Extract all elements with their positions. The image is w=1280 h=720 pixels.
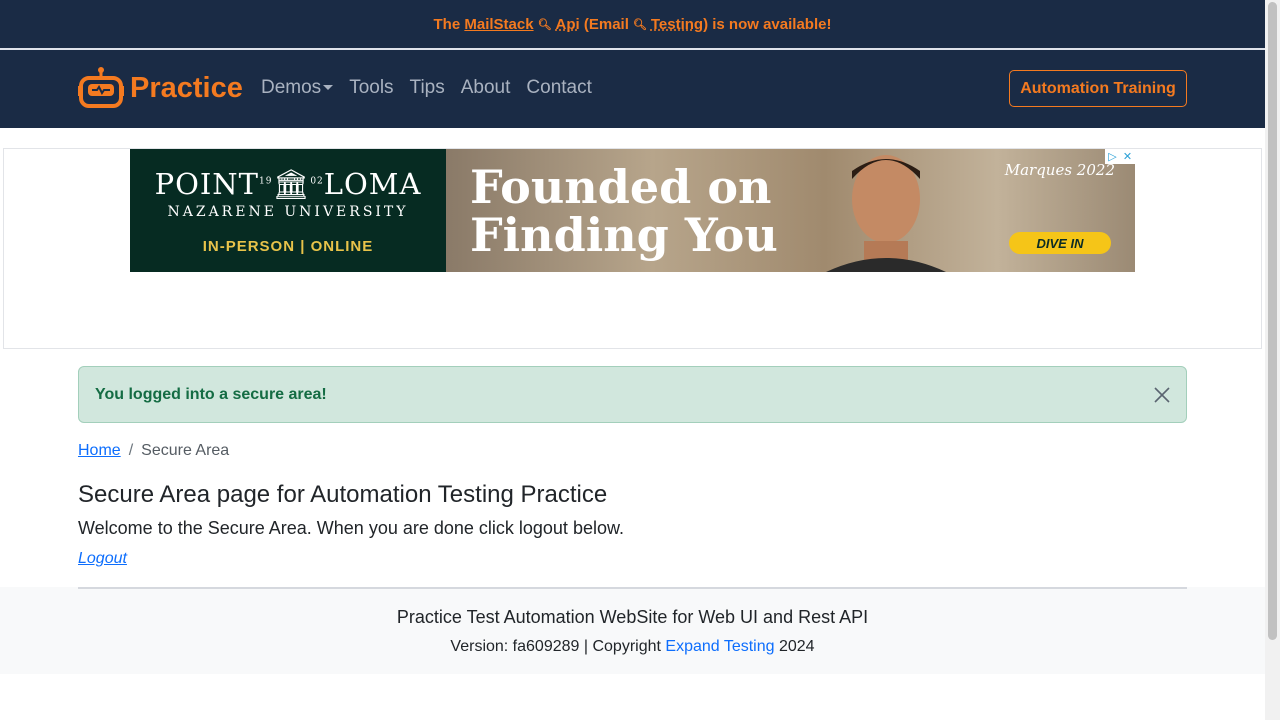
page-title: Secure Area page for Automation Testing …: [78, 481, 608, 508]
key-icon: 🔍︎: [537, 18, 552, 31]
close-icon[interactable]: [1154, 387, 1170, 403]
breadcrumb-home-link[interactable]: Home: [78, 442, 121, 460]
vertical-scrollbar[interactable]: [1265, 0, 1280, 720]
footer-divider: [78, 587, 1187, 589]
ad-logo: POINT19🏛︎02LOMA: [155, 167, 422, 202]
ad-banner[interactable]: POINT19🏛︎02LOMA NAZARENE UNIVERSITY IN-P…: [130, 149, 1135, 272]
ad-headline-line-1: Founded on: [470, 160, 772, 214]
announcement-bar: The MailStack 🔍︎ Api (Email 🔍︎ Testing) …: [0, 0, 1265, 48]
alert-message: You logged into a secure area!: [95, 385, 327, 403]
announcement-prefix: The: [433, 15, 461, 33]
robot-logo-icon: [78, 67, 124, 108]
footer-year: 2024: [778, 638, 815, 655]
nav-contact[interactable]: Contact: [526, 77, 591, 99]
scrollbar-thumb[interactable]: [1268, 2, 1277, 640]
nav-tips[interactable]: Tips: [410, 77, 445, 99]
navbar: Practice Demos Tools Tips About Contact …: [0, 50, 1265, 128]
ad-mode: IN-PERSON | ONLINE: [202, 237, 374, 255]
caret-down-icon: [323, 85, 334, 91]
breadcrumb-separator: /: [128, 442, 134, 459]
building-icon: 🏛︎: [272, 166, 311, 201]
success-alert: You logged into a secure area!: [78, 366, 1187, 423]
ad-headline: Founded on Finding You: [470, 163, 778, 259]
mailstack-link[interactable]: MailStack: [464, 16, 533, 33]
ad-tagline: Marques 2022: [1004, 161, 1115, 179]
automation-training-button[interactable]: Automation Training: [1009, 70, 1187, 107]
ad-brand-panel: POINT19🏛︎02LOMA NAZARENE UNIVERSITY IN-P…: [130, 149, 446, 272]
nav-links: Demos Tools Tips About Contact: [261, 77, 592, 99]
ad-subtitle: NAZARENE UNIVERSITY: [167, 203, 409, 220]
announcement-suffix: is now available!: [712, 15, 832, 33]
footer-title: Practice Test Automation WebSite for Web…: [396, 607, 869, 627]
logout-link[interactable]: Logout: [78, 550, 127, 568]
breadcrumb-current: Secure Area: [141, 442, 230, 459]
ad-dive-in-button[interactable]: DIVE IN: [1009, 232, 1111, 254]
footer: Practice Test Automation WebSite for Web…: [0, 587, 1265, 674]
close-icon[interactable]: ✕: [1120, 149, 1135, 164]
nav-demos-label: Demos: [261, 77, 322, 98]
api-link[interactable]: Api: [556, 16, 580, 33]
ad-logo-year-left: 19: [259, 175, 273, 186]
ad-logo-year-right: 02: [310, 175, 324, 186]
brand-name: Practice: [130, 71, 243, 104]
expand-testing-link[interactable]: Expand Testing: [665, 638, 774, 655]
ad-photo-panel: Founded on Finding You Marques 2022 DIVE…: [446, 149, 1135, 272]
adchoices-icon[interactable]: ▷: [1105, 149, 1120, 164]
ad-controls: ▷ ✕: [1105, 149, 1135, 164]
ad-logo-start: POINT: [154, 166, 260, 201]
welcome-text: Welcome to the Secure Area. When you are…: [78, 518, 624, 538]
nav-tools[interactable]: Tools: [349, 77, 393, 99]
footer-version: Version: fa609289 | Copyright Expand Tes…: [0, 638, 1265, 656]
nav-about[interactable]: About: [461, 77, 511, 99]
brand-link[interactable]: Practice: [78, 66, 243, 110]
ad-headline-line-2: Finding You: [470, 208, 778, 262]
person-photo: [826, 155, 946, 272]
announcement-email: (Email: [583, 15, 629, 33]
testing-link[interactable]: Testing): [651, 16, 708, 33]
breadcrumb: Home / Secure Area: [78, 442, 229, 460]
footer-version-prefix: Version: fa609289 | Copyright: [450, 638, 661, 655]
nav-demos[interactable]: Demos: [261, 77, 334, 99]
ad-logo-end: LOMA: [323, 166, 422, 201]
key-icon: 🔍︎: [632, 18, 647, 31]
